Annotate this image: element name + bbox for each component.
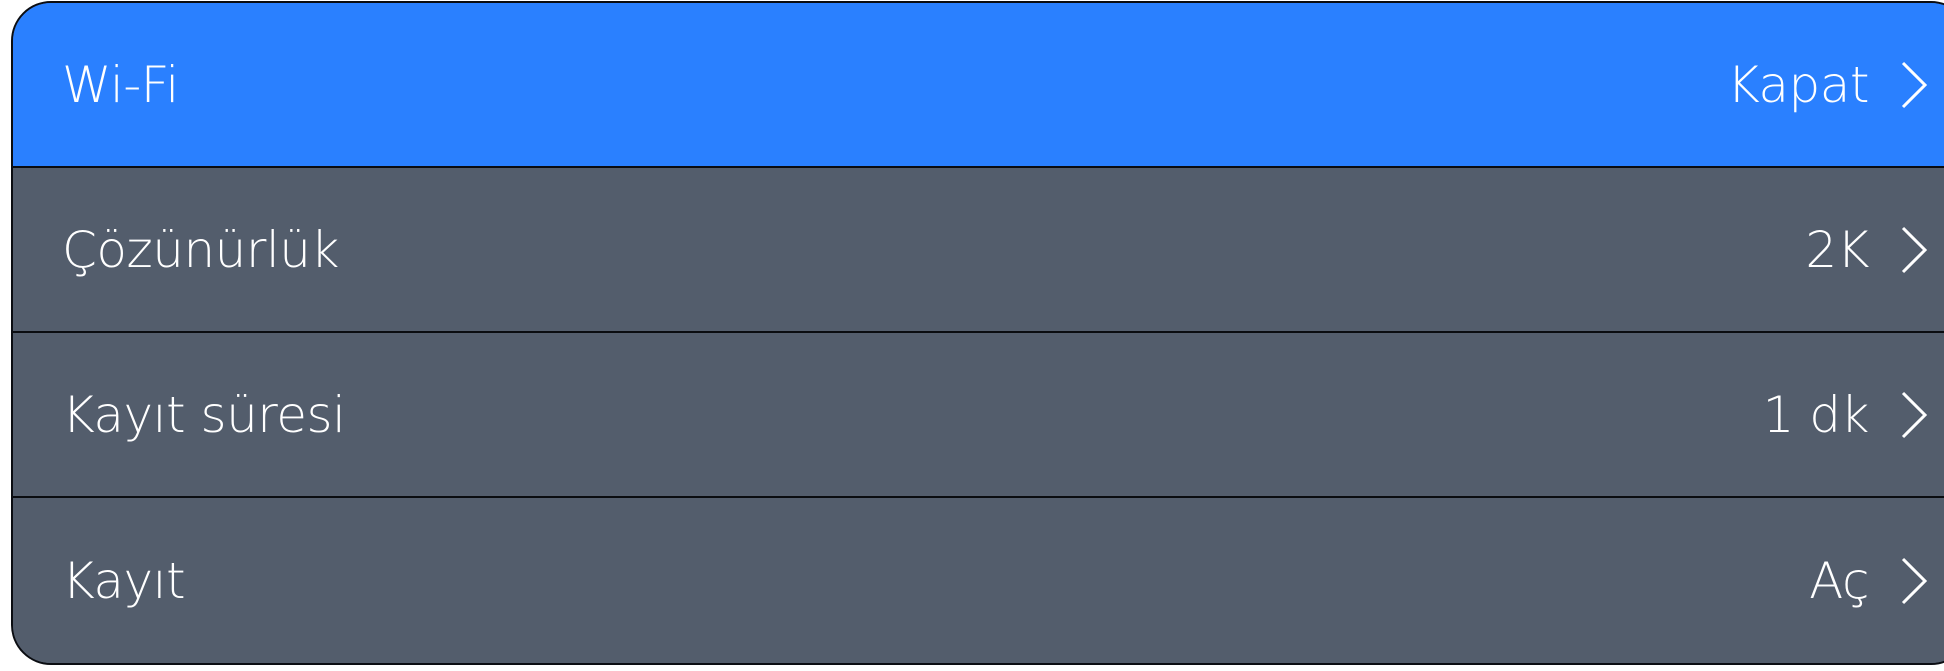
settings-item-recording[interactable]: Kayıt Aç [13, 498, 1944, 663]
settings-item-resolution[interactable]: Çözünürlük 2K [13, 168, 1944, 333]
chevron-right-icon [1895, 555, 1935, 607]
settings-item-label: Kayıt süresi [62, 385, 346, 444]
chevron-right-icon [1895, 389, 1935, 441]
settings-item-value: Aç [1809, 552, 1869, 610]
chevron-right-icon [1895, 224, 1935, 276]
settings-item-wifi[interactable]: Wi-Fi Kapat [13, 3, 1944, 168]
settings-item-label: Wi-Fi [62, 55, 179, 114]
settings-item-record-duration[interactable]: Kayıt süresi 1 dk [13, 333, 1944, 498]
chevron-right-icon [1895, 59, 1935, 111]
settings-panel: Wi-Fi Kapat Çözünürlük 2K Kayıt süresi 1… [11, 1, 1944, 665]
settings-item-label: Çözünürlük [62, 220, 339, 279]
settings-item-value: 2K [1805, 220, 1869, 279]
settings-item-value: Kapat [1726, 55, 1870, 114]
settings-item-value: 1 dk [1762, 385, 1870, 444]
settings-item-label: Kayıt [62, 552, 186, 610]
